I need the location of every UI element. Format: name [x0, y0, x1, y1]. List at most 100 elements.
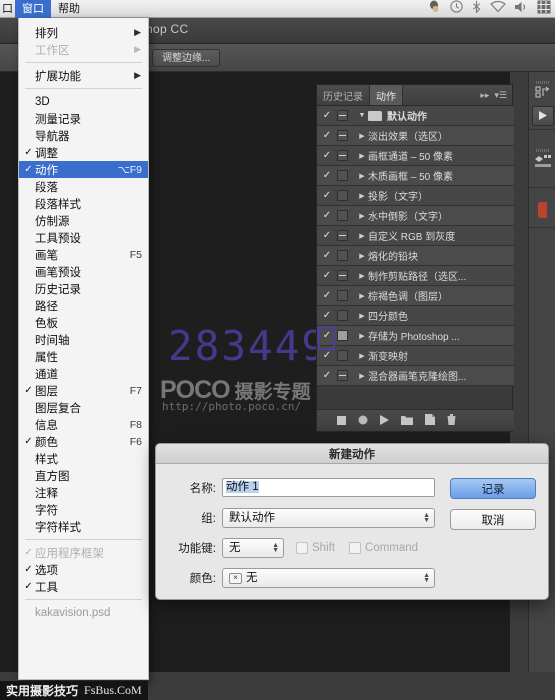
chevron-right-icon[interactable]: ▶ — [356, 292, 368, 300]
menu-item[interactable]: 测量记录 — [19, 110, 148, 127]
menu-item[interactable]: 段落 — [19, 178, 148, 195]
dock-item-actions[interactable] — [529, 72, 555, 130]
chevron-right-icon[interactable]: ▶ — [356, 332, 368, 340]
action-enabled-check[interactable]: ✓ — [317, 130, 337, 141]
menu-open-document[interactable]: kakavision.psd — [19, 604, 148, 622]
chevron-right-icon[interactable]: ▶ — [356, 152, 368, 160]
bluetooth-icon[interactable] — [472, 0, 481, 18]
action-enabled-check[interactable]: ✓ — [317, 310, 337, 321]
macos-menu-item-0[interactable]: 口 — [0, 0, 15, 18]
action-enabled-check[interactable]: ✓ — [317, 150, 337, 161]
tab-actions[interactable]: 动作 — [370, 85, 403, 105]
menu-item[interactable]: 3D — [19, 93, 148, 110]
play-icon[interactable] — [380, 412, 389, 430]
wifi-icon[interactable] — [490, 0, 506, 18]
menu-item[interactable]: 图层复合 — [19, 399, 148, 416]
menu-item[interactable]: 信息F8 — [19, 416, 148, 433]
function-key-select[interactable]: 无 ▲▼ — [222, 538, 284, 558]
window-dropdown-menu[interactable]: 排列▶工作区▶扩展功能▶3D测量记录导航器✓调整✓动作⌥F9段落段落样式仿制源工… — [18, 18, 149, 680]
menu-item[interactable]: 路径 — [19, 297, 148, 314]
command-checkbox[interactable] — [349, 542, 361, 554]
action-dialog-toggle[interactable] — [337, 350, 348, 361]
action-row[interactable]: ✓▼默认动作 — [317, 106, 514, 126]
menu-item[interactable]: 工具预设 — [19, 229, 148, 246]
action-row[interactable]: ✓▶混合器画笔克隆绘图... — [317, 366, 514, 386]
action-row[interactable]: ✓▶渐变映射 — [317, 346, 514, 366]
action-name-input[interactable]: 动作 1 — [222, 478, 435, 497]
menu-item[interactable]: ✓动作⌥F9 — [19, 161, 148, 178]
stop-icon[interactable] — [337, 412, 346, 430]
menu-item[interactable]: 色板 — [19, 314, 148, 331]
chevron-right-icon[interactable]: ▶ — [356, 372, 368, 380]
action-enabled-check[interactable]: ✓ — [317, 210, 337, 221]
action-row[interactable]: ✓▶淡出效果（选区） — [317, 126, 514, 146]
dock-item-color-swatch[interactable] — [529, 188, 555, 228]
menu-item[interactable]: 仿制源 — [19, 212, 148, 229]
chevron-right-icon[interactable]: ▶ — [356, 192, 368, 200]
action-row[interactable]: ✓▶自定义 RGB 到灰度 — [317, 226, 514, 246]
chevron-right-icon[interactable]: ▶ — [356, 172, 368, 180]
action-dialog-toggle[interactable] — [337, 250, 348, 261]
chevron-right-icon[interactable]: ▶ — [356, 212, 368, 220]
action-enabled-check[interactable]: ✓ — [317, 350, 337, 361]
refine-edge-button[interactable]: 调整边缘... — [152, 49, 220, 67]
action-dialog-toggle[interactable] — [337, 230, 348, 241]
penguin-icon[interactable] — [428, 0, 441, 18]
record-icon[interactable] — [358, 412, 368, 430]
action-dialog-toggle[interactable] — [337, 270, 348, 281]
action-dialog-toggle[interactable] — [337, 310, 348, 321]
clock-icon[interactable] — [450, 0, 463, 18]
menu-item[interactable]: 属性 — [19, 348, 148, 365]
cancel-button[interactable]: 取消 — [450, 509, 536, 530]
panel-menu-icon[interactable]: ▾☰ — [494, 90, 507, 101]
action-dialog-toggle[interactable] — [337, 130, 348, 141]
action-row[interactable]: ✓▶画框通道 – 50 像素 — [317, 146, 514, 166]
menu-item[interactable]: 注释 — [19, 484, 148, 501]
action-dialog-toggle[interactable] — [337, 370, 348, 381]
menu-item[interactable]: 字符样式 — [19, 518, 148, 535]
menu-item[interactable]: 时间轴 — [19, 331, 148, 348]
chevron-right-icon[interactable]: ▶ — [356, 132, 368, 140]
action-set-select[interactable]: 默认动作 ▲▼ — [222, 508, 435, 528]
record-button[interactable]: 记录 — [450, 478, 536, 499]
action-dialog-toggle[interactable] — [337, 210, 348, 221]
actions-list[interactable]: ✓▼默认动作✓▶淡出效果（选区）✓▶画框通道 – 50 像素✓▶木质画框 – 5… — [317, 106, 514, 411]
macos-menu-item-help[interactable]: 帮助 — [51, 0, 87, 18]
action-enabled-check[interactable]: ✓ — [317, 290, 337, 301]
menu-item[interactable]: 样式 — [19, 450, 148, 467]
menu-item[interactable]: 画笔预设 — [19, 263, 148, 280]
menu-item[interactable]: 历史记录 — [19, 280, 148, 297]
menu-item[interactable]: 工作区▶ — [19, 41, 148, 58]
menu-item[interactable]: 扩展功能▶ — [19, 67, 148, 84]
menu-item[interactable]: ✓应用程序框架 — [19, 544, 148, 561]
new-action-icon[interactable] — [425, 412, 435, 430]
menu-item[interactable]: ✓颜色F6 — [19, 433, 148, 450]
menu-item[interactable]: 导航器 — [19, 127, 148, 144]
volume-icon[interactable] — [515, 0, 528, 18]
chevron-right-icon[interactable]: ▶ — [356, 252, 368, 260]
menu-item[interactable]: 字符 — [19, 501, 148, 518]
action-row[interactable]: ✓▶棕褐色调（图层） — [317, 286, 514, 306]
action-row[interactable]: ✓▶木质画框 – 50 像素 — [317, 166, 514, 186]
action-dialog-toggle[interactable] — [337, 110, 348, 121]
action-row[interactable]: ✓▶水中倒影（文字） — [317, 206, 514, 226]
play-dock-icon[interactable] — [532, 106, 554, 126]
menu-item[interactable]: 通道 — [19, 365, 148, 382]
action-enabled-check[interactable]: ✓ — [317, 370, 337, 381]
menu-item[interactable]: ✓调整 — [19, 144, 148, 161]
action-row[interactable]: ✓▶制作剪贴路径（选区... — [317, 266, 514, 286]
chevron-right-icon[interactable]: ▶ — [356, 272, 368, 280]
action-row[interactable]: ✓▶熔化的铅块 — [317, 246, 514, 266]
action-enabled-check[interactable]: ✓ — [317, 110, 337, 121]
menu-item[interactable]: 排列▶ — [19, 24, 148, 41]
tab-history[interactable]: 历史记录 — [317, 85, 370, 105]
new-set-icon[interactable] — [401, 412, 413, 430]
action-dialog-toggle[interactable] — [337, 330, 348, 341]
collapse-icon[interactable]: ▸▸ — [480, 90, 489, 101]
action-row[interactable]: ✓▶投影（文字） — [317, 186, 514, 206]
menu-item[interactable]: 画笔F5 — [19, 246, 148, 263]
shift-checkbox[interactable] — [296, 542, 308, 554]
chevron-down-icon[interactable]: ▼ — [356, 112, 368, 119]
menu-item[interactable]: ✓工具 — [19, 578, 148, 595]
action-dialog-toggle[interactable] — [337, 290, 348, 301]
